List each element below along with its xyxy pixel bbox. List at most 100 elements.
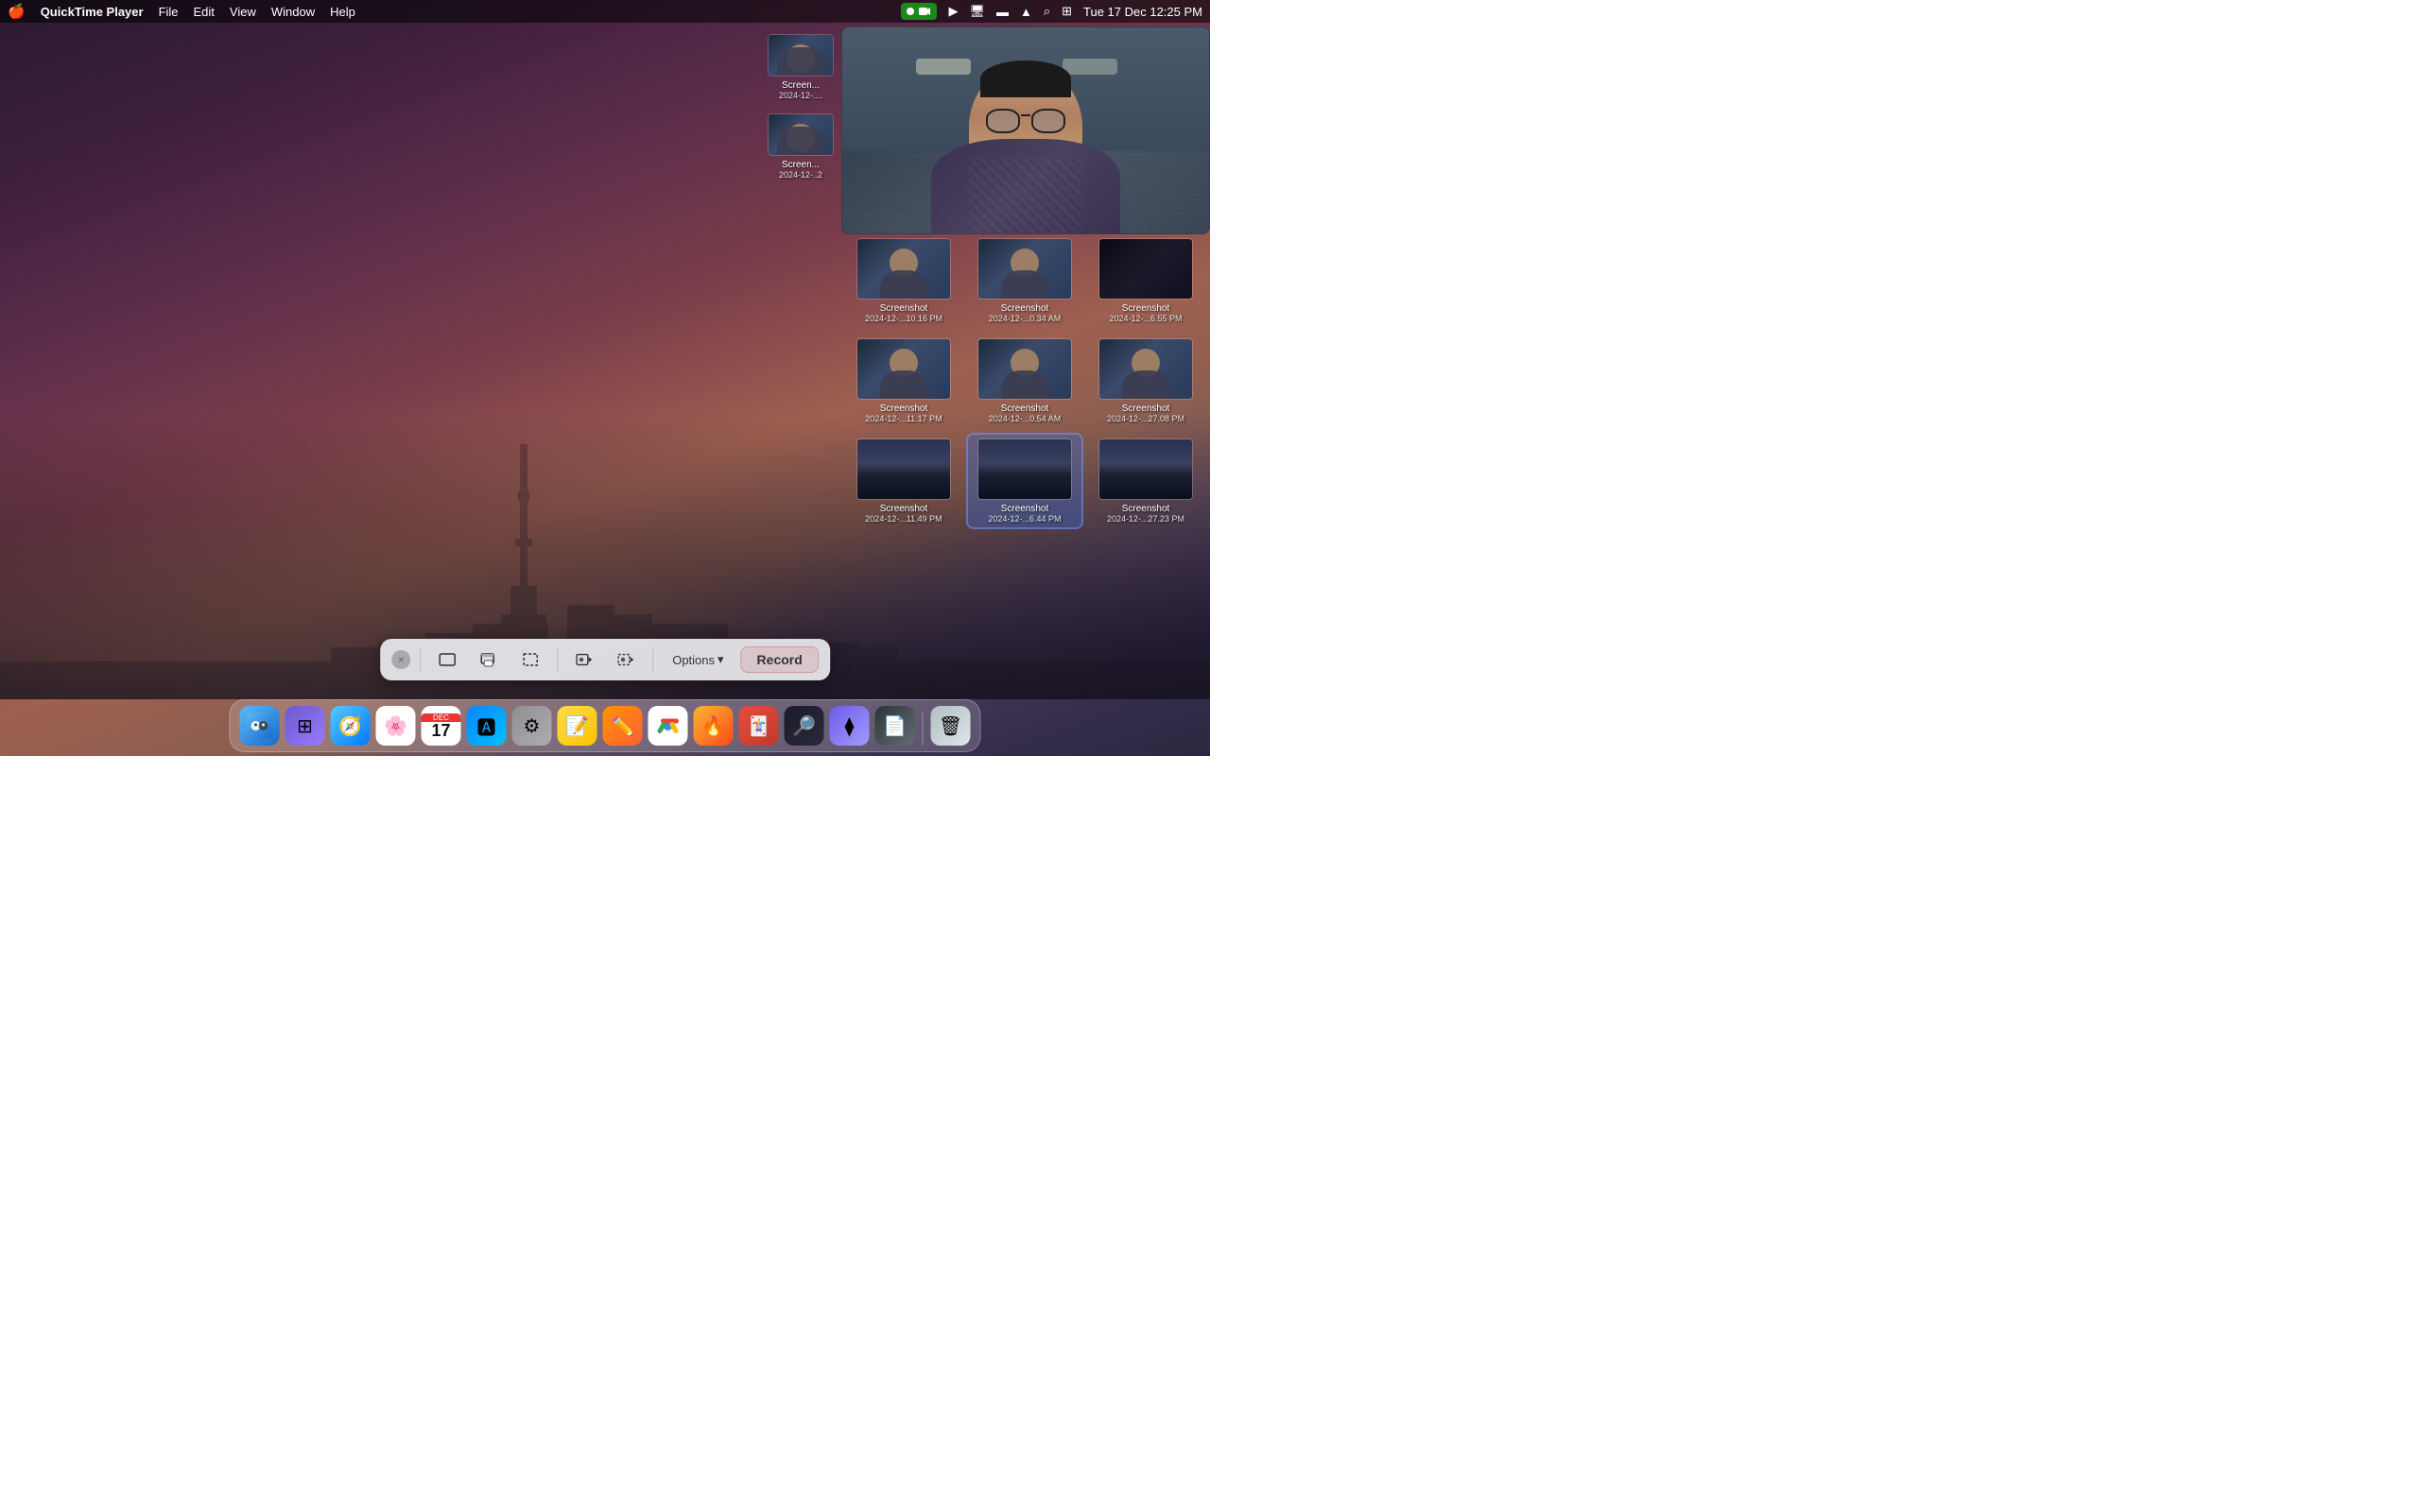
screenshot-name-12: Screenshot (865, 504, 942, 514)
window-capture-button[interactable] (472, 646, 506, 673)
screenshot-item-8[interactable]: Screenshot 2024-12-...6.55 PM (1089, 234, 1202, 327)
screenshot-item-6[interactable]: Screenshot 2024-12-...10.16 PM (847, 234, 960, 327)
dock-scripts[interactable]: ✏️ (603, 706, 643, 746)
menu-file[interactable]: File (159, 5, 179, 19)
screenshot-name-9: Screenshot (865, 404, 942, 414)
record-button[interactable]: Record (741, 646, 819, 673)
search-icon[interactable]: ⌕ (1044, 4, 1050, 19)
desktop: 🍎 QuickTime Player File Edit View Window… (0, 0, 1210, 756)
screenshot-name-6: Screenshot (865, 303, 942, 314)
battery-icon[interactable]: ▬ (996, 5, 1009, 19)
glasses-left (986, 109, 1020, 133)
appcloner-icon: ⧫ (845, 714, 855, 738)
scripteditor-icon: 📄 (883, 714, 907, 738)
selection-capture-button[interactable] (513, 646, 547, 673)
screenshot-name-11: Screenshot (1107, 404, 1184, 414)
toolbar-separator-1 (420, 648, 421, 671)
wifi-icon[interactable]: ▲ (1020, 5, 1032, 19)
options-button[interactable]: Options ▾ (663, 648, 733, 671)
glasses-right (1031, 109, 1065, 133)
camera-icon (918, 5, 931, 18)
screenshot-date-6: 2024-12-...10.16 PM (865, 314, 942, 323)
screenshot-date-9: 2024-12-...11.17 PM (865, 414, 942, 423)
partial-screenshot-1[interactable]: Screen... 2024-12-.... (764, 30, 838, 104)
dock-taskheat[interactable]: 🔥 (694, 706, 734, 746)
glasses-bridge (1021, 114, 1030, 116)
screenshot-item-12[interactable]: Screenshot 2024-12-...11.49 PM (847, 435, 960, 527)
menu-window[interactable]: Window (271, 5, 315, 19)
toolbar-close-button[interactable]: × (391, 650, 410, 669)
record-full-button[interactable] (567, 646, 601, 673)
chrome-icon (656, 713, 681, 738)
dock-calendar[interactable]: DEC 17 (422, 706, 461, 746)
window-capture-icon (480, 651, 497, 668)
control-center-icon[interactable]: ⊞ (1062, 4, 1072, 19)
screenshot-item-13[interactable]: Screenshot 2024-12-...6.44 PM (968, 435, 1081, 527)
partial-screenshot-2[interactable]: Screen... 2024-12-..2 (764, 110, 838, 183)
screenshot-item-9[interactable]: Screenshot 2024-12-...11.17 PM (847, 335, 960, 427)
rakuten-icon: 🔎 (792, 714, 816, 738)
dock-safari[interactable]: 🧭 (331, 706, 371, 746)
close-x-label: × (398, 653, 405, 666)
options-label: Options (672, 653, 715, 667)
dock: ⊞ 🧭 🌸 DEC 17 🅰 ⚙ 📝 ✏️ (230, 699, 981, 752)
record-selection-button[interactable] (609, 646, 643, 673)
safari-icon: 🧭 (338, 714, 362, 738)
menubar-right: ▶ 🖥 ▬ ▲ ⌕ ⊞ Tue 17 Dec 12:25 PM (901, 3, 1202, 20)
dock-scripteditor[interactable]: 📄 (875, 706, 915, 746)
dock-launchpad[interactable]: ⊞ (285, 706, 325, 746)
record-label: Record (757, 652, 803, 667)
app-name[interactable]: QuickTime Player (41, 5, 144, 19)
dock-settings[interactable]: ⚙ (512, 706, 552, 746)
screenshot-date-10: 2024-12-...0.54 AM (989, 414, 1062, 423)
play-icon[interactable]: ▶ (948, 4, 958, 19)
taskheat-icon: 🔥 (701, 714, 725, 738)
person-hair (980, 60, 1071, 97)
screenshot-name-13: Screenshot (988, 504, 1061, 514)
clock: Tue 17 Dec 12:25 PM (1083, 5, 1202, 19)
menubar: 🍎 QuickTime Player File Edit View Window… (0, 0, 1210, 23)
screenshot-item-10[interactable]: Screenshot 2024-12-...0.54 AM (968, 335, 1081, 427)
dock-search[interactable]: 🔎 (785, 706, 824, 746)
finder-icon (247, 713, 273, 739)
partial-screenshot-area: Screen... 2024-12-.... Screen... 2024-12… (760, 26, 841, 187)
partial-list: Screen... 2024-12-.... Screen... 2024-12… (760, 26, 841, 187)
screenshot-name-8: Screenshot (1109, 303, 1182, 314)
flashcard-icon: 🃏 (747, 714, 770, 738)
menu-help[interactable]: Help (330, 5, 355, 19)
fullscreen-capture-button[interactable] (430, 646, 464, 673)
shirt-pattern (969, 158, 1082, 233)
trash-icon: 🗑 (939, 714, 962, 738)
options-chevron: ▾ (717, 652, 724, 667)
camera-feed (842, 27, 1209, 233)
dock-finder[interactable] (240, 706, 280, 746)
dock-flashcard[interactable]: 🃏 (739, 706, 779, 746)
screenshot-date-8: 2024-12-...6.55 PM (1109, 314, 1182, 323)
dock-separator (923, 712, 924, 746)
screenshot-date-11: 2024-12-...27.08 PM (1107, 414, 1184, 423)
apple-menu[interactable]: 🍎 (8, 3, 26, 20)
camera-person (842, 27, 1209, 233)
camera-window[interactable] (841, 26, 1210, 234)
display-icon[interactable]: 🖥 (969, 4, 985, 19)
launchpad-icon: ⊞ (297, 714, 313, 738)
person-body (931, 139, 1120, 233)
dock-photos[interactable]: 🌸 (376, 706, 416, 746)
screenshot-item-7[interactable]: Screenshot 2024-12-...0.34 AM (968, 234, 1081, 327)
screenshot-item-11[interactable]: Screenshot 2024-12-...27.08 PM (1089, 335, 1202, 427)
menu-view[interactable]: View (230, 5, 256, 19)
dock-chrome[interactable] (648, 706, 688, 746)
screenshot-name-10: Screenshot (989, 404, 1062, 414)
screenshot-item-14[interactable]: Screenshot 2024-12-...27.23 PM (1089, 435, 1202, 527)
screenshot-date-13: 2024-12-...6.44 PM (988, 514, 1061, 524)
settings-icon: ⚙ (524, 714, 541, 738)
dock-trash[interactable]: 🗑 (931, 706, 971, 746)
screenshot-toolbar: × (380, 639, 830, 680)
camera-recording-indicator[interactable] (901, 3, 937, 20)
menu-edit[interactable]: Edit (194, 5, 215, 19)
dock-appcloner[interactable]: ⧫ (830, 706, 870, 746)
record-selection-icon (617, 651, 634, 668)
dock-appstore[interactable]: 🅰 (467, 706, 507, 746)
dock-notes[interactable]: 📝 (558, 706, 597, 746)
selection-capture-icon (522, 651, 539, 668)
